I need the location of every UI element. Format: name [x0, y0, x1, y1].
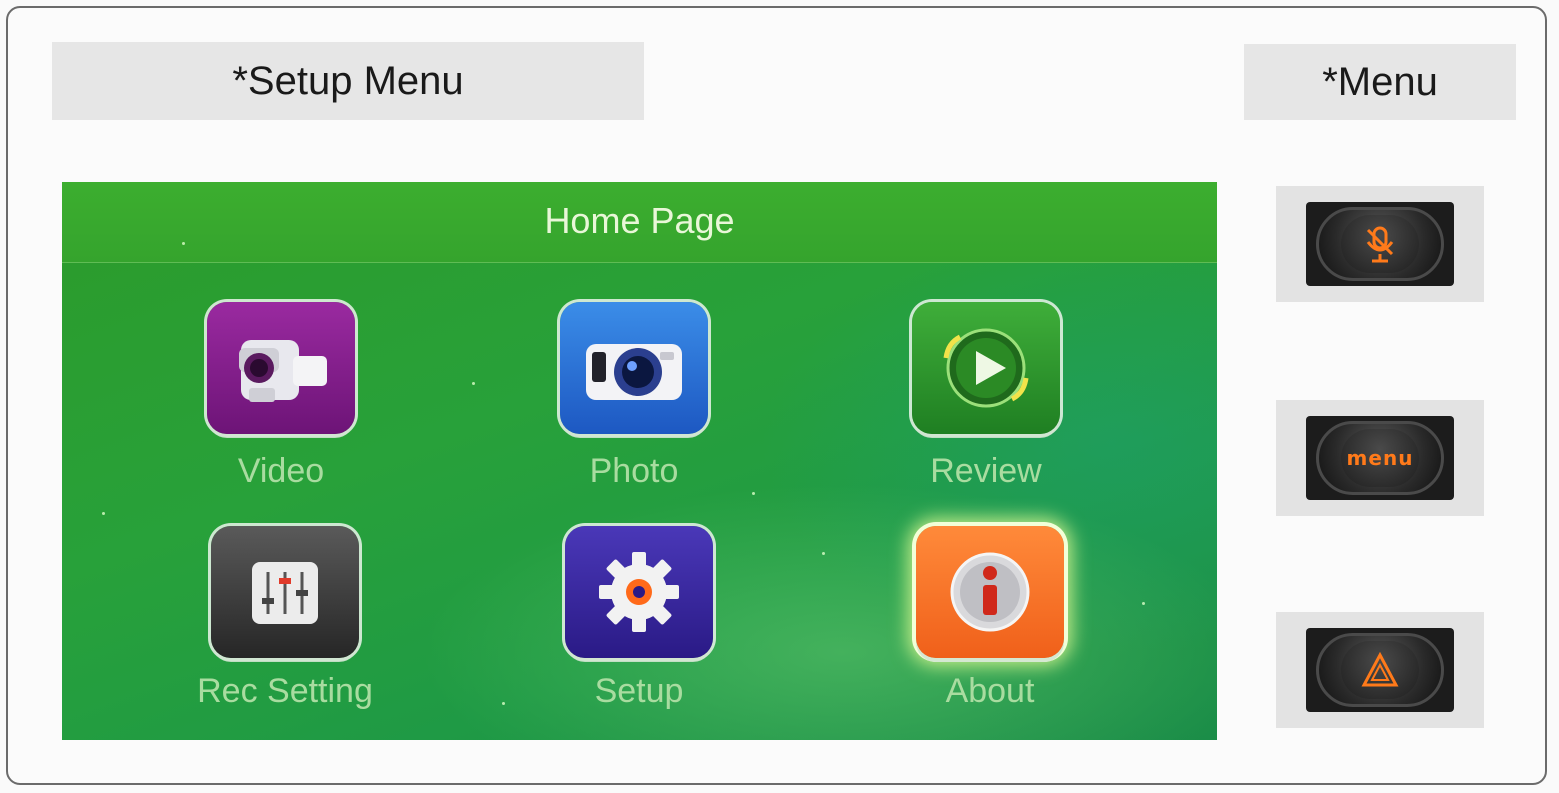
sparkle [502, 702, 505, 705]
rec-setting-tile-label: Rec Setting [197, 672, 373, 710]
menu-icon: menu [1341, 429, 1419, 487]
video-tile[interactable] [207, 302, 355, 434]
play-review-icon [943, 328, 1029, 408]
menu-label-text: *Menu [1322, 59, 1438, 104]
mic-mute-button[interactable] [1276, 186, 1484, 302]
sliders-icon [252, 562, 318, 624]
photo-tile-label: Photo [589, 452, 679, 490]
about-tile-label: About [945, 672, 1035, 710]
menu-button-text: menu [1346, 446, 1414, 470]
warning-button[interactable] [1276, 612, 1484, 728]
sparkle [472, 382, 475, 385]
page-title: Home Page [544, 200, 735, 241]
rec-setting-tile[interactable] [211, 526, 359, 658]
video-tile-label: Video [237, 452, 325, 490]
menu-button[interactable]: menu [1276, 400, 1484, 516]
mic-mute-button-bezel [1306, 202, 1454, 286]
sparkle [182, 242, 185, 245]
mic-mute-button-face [1341, 215, 1419, 273]
warning-button-face [1341, 641, 1419, 699]
photo-tile[interactable] [560, 302, 708, 434]
sparkle [102, 512, 105, 515]
mic-mute-icon [1366, 226, 1394, 263]
device-screen: Home Page Video Photo Review Rec Setting… [62, 182, 1217, 740]
info-icon [950, 552, 1030, 632]
sparkle [822, 552, 825, 555]
warning-triangle-icon [1361, 652, 1399, 687]
about-tile[interactable] [916, 526, 1064, 658]
menu-label: *Menu [1244, 44, 1516, 120]
review-tile[interactable] [912, 302, 1060, 434]
sparkle [752, 492, 755, 495]
setup-menu-label: *Setup Menu [52, 42, 644, 120]
review-tile-label: Review [930, 452, 1042, 490]
menu-button-bezel: menu [1306, 416, 1454, 500]
mic-mute-button-ring [1316, 207, 1444, 281]
video-camera-icon [239, 340, 327, 402]
menu-button-ring: menu [1316, 421, 1444, 495]
warning-button-ring [1316, 633, 1444, 707]
setup-tile[interactable] [565, 526, 713, 658]
photo-camera-icon [586, 344, 682, 400]
gear-icon [599, 552, 679, 632]
warning-button-bezel [1306, 628, 1454, 712]
sparkle [1142, 602, 1145, 605]
setup-menu-label-text: *Setup Menu [232, 58, 464, 103]
setup-tile-label: Setup [594, 672, 684, 710]
